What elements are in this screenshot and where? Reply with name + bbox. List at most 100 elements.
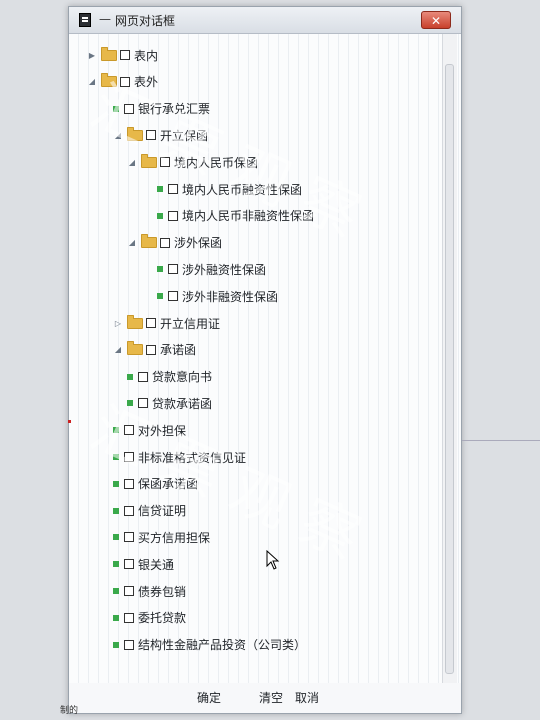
title-bar[interactable]: — 网页对话框 ✕ bbox=[69, 7, 461, 34]
leaf-icon bbox=[113, 588, 119, 594]
folder-icon bbox=[127, 341, 143, 356]
tree-node[interactable]: 涉外非融资性保函 bbox=[157, 285, 278, 307]
node-label: 债券包销 bbox=[138, 584, 187, 599]
node-label: 开立信用证 bbox=[160, 316, 221, 331]
node-checkbox[interactable] bbox=[168, 264, 178, 275]
background-label: 制的 bbox=[60, 706, 79, 716]
tree-node[interactable]: 信贷证明 bbox=[113, 500, 186, 522]
tree-node[interactable]: ▶ 表内 bbox=[87, 44, 158, 66]
web-dialog: — 网页对话框 ✕ ▶ 表内 ◢ 表外银行承兑汇票 ◢ 开立保函 ◢ 境内人民币保函境内人民币… bbox=[68, 6, 462, 714]
node-label: 开立保函 bbox=[160, 128, 209, 143]
node-label: 表外 bbox=[134, 75, 159, 90]
leaf-icon bbox=[127, 400, 133, 407]
node-checkbox[interactable] bbox=[146, 318, 156, 328]
tree-node[interactable]: 境内人民币非融资性保函 bbox=[157, 205, 314, 227]
expander-icon[interactable]: ◢ bbox=[127, 238, 137, 247]
tree-node[interactable]: ◢ 表外 bbox=[87, 71, 158, 93]
node-checkbox[interactable] bbox=[120, 76, 130, 87]
leaf-icon bbox=[113, 641, 119, 648]
clear-button[interactable]: 清空 bbox=[259, 689, 283, 706]
node-checkbox[interactable] bbox=[138, 371, 148, 382]
node-checkbox[interactable] bbox=[120, 50, 130, 60]
node-checkbox[interactable] bbox=[124, 425, 134, 436]
leaf-icon bbox=[157, 212, 163, 219]
node-checkbox[interactable] bbox=[124, 639, 134, 650]
expander-icon[interactable]: ◢ bbox=[113, 131, 123, 140]
cancel-button[interactable]: 取消 bbox=[295, 689, 319, 706]
dialog-title: 网页对话框 bbox=[115, 14, 176, 28]
expander-icon[interactable]: ◢ bbox=[87, 77, 97, 86]
title-dash: — bbox=[99, 12, 111, 26]
mouse-cursor-icon bbox=[266, 550, 280, 570]
node-checkbox[interactable] bbox=[124, 478, 134, 489]
leaf-icon bbox=[157, 293, 163, 300]
node-label: 涉外非融资性保函 bbox=[182, 289, 279, 304]
folder-icon bbox=[141, 234, 157, 249]
node-checkbox[interactable] bbox=[124, 612, 134, 623]
tree-panel: ▶ 表内 ◢ 表外 银行承兑汇票 ◢ 开立保函 ◢ 境内人民币保函 境内人民币融资性保函 境内人民币… bbox=[69, 34, 461, 683]
tree-node[interactable]: 贷款意向书 bbox=[127, 366, 212, 388]
tree-node[interactable]: 结构性金融产品投资（公司类） bbox=[113, 634, 306, 656]
node-checkbox[interactable] bbox=[124, 532, 134, 543]
scrollbar-thumb[interactable] bbox=[445, 64, 454, 674]
tree-node[interactable]: 银行承兑汇票 bbox=[113, 98, 210, 120]
node-checkbox[interactable] bbox=[124, 103, 134, 114]
expander-icon[interactable]: ◢ bbox=[113, 345, 123, 354]
tree-node[interactable]: 保函承诺函 bbox=[113, 473, 198, 495]
tree-node[interactable]: ▷ 开立信用证 bbox=[113, 312, 220, 334]
expander-icon[interactable]: ▷ bbox=[113, 319, 123, 328]
node-label: 境内人民币保函 bbox=[174, 155, 259, 170]
folder-icon bbox=[127, 314, 143, 329]
tree-node[interactable]: 境内人民币融资性保函 bbox=[157, 178, 302, 200]
node-checkbox[interactable] bbox=[146, 130, 156, 141]
node-checkbox[interactable] bbox=[124, 452, 134, 462]
tree-node[interactable]: ◢ 境内人民币保函 bbox=[127, 151, 258, 173]
node-checkbox[interactable] bbox=[168, 184, 178, 194]
app-icon bbox=[79, 13, 91, 27]
node-label: 买方信用担保 bbox=[138, 530, 211, 545]
confirm-button[interactable]: 确定 bbox=[197, 689, 221, 706]
leaf-icon bbox=[157, 186, 163, 192]
node-checkbox[interactable] bbox=[124, 559, 134, 570]
red-marker bbox=[68, 420, 71, 423]
folder-icon bbox=[141, 153, 157, 168]
tree-node[interactable]: 委托贷款 bbox=[113, 607, 186, 629]
tree-node[interactable]: 银关通 bbox=[113, 553, 174, 575]
node-checkbox[interactable] bbox=[124, 586, 134, 596]
node-checkbox[interactable] bbox=[138, 398, 148, 409]
button-bar: 确定 清空 取消 bbox=[69, 683, 461, 713]
leaf-icon bbox=[113, 561, 119, 568]
node-label: 贷款承诺函 bbox=[152, 396, 213, 411]
expander-icon[interactable]: ▶ bbox=[87, 51, 97, 60]
close-button[interactable]: ✕ bbox=[421, 11, 451, 29]
tree-node[interactable]: ◢ 涉外保函 bbox=[127, 232, 222, 254]
node-checkbox[interactable] bbox=[160, 157, 170, 168]
tree-node[interactable]: 非标准格式资信见证 bbox=[113, 446, 246, 468]
node-label: 银行承兑汇票 bbox=[138, 102, 211, 117]
node-checkbox[interactable] bbox=[168, 210, 178, 221]
tree-node[interactable]: 涉外融资性保函 bbox=[157, 258, 266, 280]
tree-node[interactable]: ◢ 开立保函 bbox=[113, 124, 208, 146]
node-checkbox[interactable] bbox=[160, 237, 170, 248]
folder-icon bbox=[101, 46, 117, 61]
node-label: 承诺函 bbox=[160, 343, 197, 358]
leaf-icon bbox=[113, 427, 119, 434]
leaf-icon bbox=[127, 373, 133, 380]
category-tree: ▶ 表内 ◢ 表外 银行承兑汇票 ◢ 开立保函 ◢ 境内人民币保函 境内人民币融资性保函 境内人民币… bbox=[69, 34, 439, 683]
node-checkbox[interactable] bbox=[124, 505, 134, 516]
tree-node[interactable]: 买方信用担保 bbox=[113, 526, 210, 548]
expander-icon[interactable]: ◢ bbox=[127, 158, 137, 167]
node-checkbox[interactable] bbox=[168, 291, 178, 302]
leaf-icon bbox=[157, 266, 163, 273]
vertical-scrollbar[interactable] bbox=[442, 34, 457, 683]
tree-node[interactable]: 对外担保 bbox=[113, 419, 186, 441]
node-label: 保函承诺函 bbox=[138, 477, 199, 492]
tree-node[interactable]: 债券包销 bbox=[113, 580, 186, 602]
folder-icon bbox=[101, 73, 117, 88]
tree-node[interactable]: 贷款承诺函 bbox=[127, 392, 212, 414]
node-label: 境内人民币融资性保函 bbox=[182, 182, 303, 197]
node-checkbox[interactable] bbox=[146, 344, 156, 355]
tree-node[interactable]: ◢ 承诺函 bbox=[113, 339, 196, 361]
node-label: 表内 bbox=[134, 48, 159, 63]
node-label: 结构性金融产品投资（公司类） bbox=[138, 638, 307, 653]
